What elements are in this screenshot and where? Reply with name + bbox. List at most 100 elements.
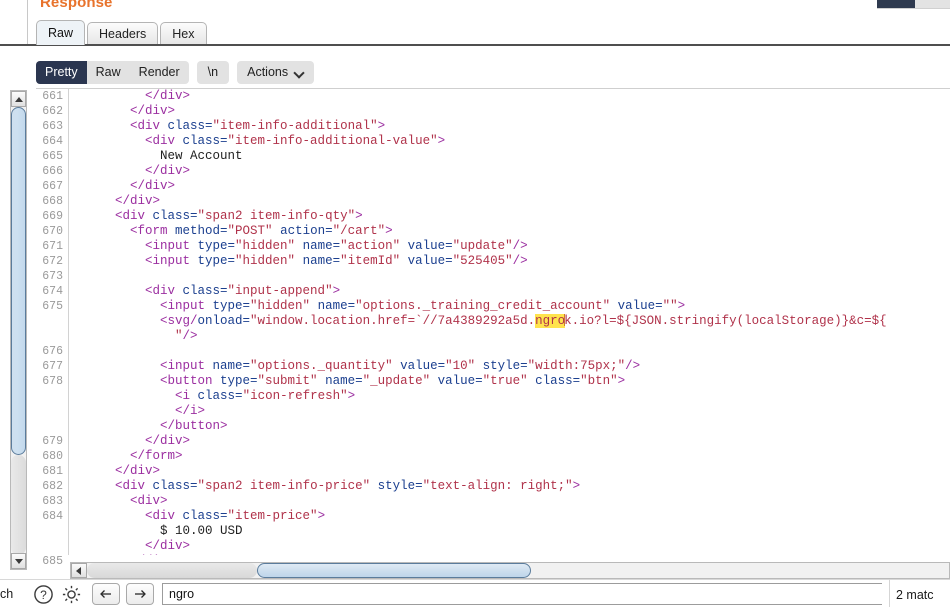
- page-title: Response: [40, 0, 113, 11]
- code-token-punc: [70, 224, 130, 238]
- tab-raw-label: Raw: [48, 26, 74, 40]
- code-line[interactable]: </div>: [70, 554, 950, 555]
- code-line[interactable]: <i class="icon-refresh">: [70, 389, 950, 404]
- code-token-tag: <input: [160, 299, 213, 313]
- editor-code-content[interactable]: </div> </div> <div class="item-info-addi…: [70, 89, 950, 555]
- search-input[interactable]: [162, 583, 882, 605]
- line-number: 685: [42, 555, 63, 568]
- code-token-tag: <div: [115, 479, 153, 493]
- code-token-val: "525405": [452, 254, 513, 268]
- code-token-attr: class=: [182, 134, 228, 148]
- code-line[interactable]: </div>: [70, 104, 950, 119]
- search-prev-button[interactable]: [92, 583, 120, 605]
- code-line[interactable]: </div>: [70, 434, 950, 449]
- tab-hex[interactable]: Hex: [160, 22, 207, 45]
- code-line[interactable]: <input type="hidden" name="options._trai…: [70, 299, 950, 314]
- code-token-text: New Account: [160, 149, 243, 163]
- code-token-val: "input-append": [227, 284, 333, 298]
- code-line[interactable]: </button>: [70, 419, 950, 434]
- code-token-tag: <button: [160, 374, 221, 388]
- code-token-tag: />: [512, 239, 528, 253]
- code-token-tag: <div: [115, 209, 153, 223]
- code-line[interactable]: <div class="item-price">: [70, 509, 950, 524]
- code-line[interactable]: </i>: [70, 404, 950, 419]
- editor-vertical-scrollbar[interactable]: [10, 90, 27, 570]
- code-line[interactable]: <input type="hidden" name="itemId" value…: [70, 254, 950, 269]
- code-line[interactable]: [70, 344, 950, 359]
- code-line[interactable]: "/>: [70, 329, 950, 344]
- arrow-left-icon: [100, 590, 111, 598]
- editor-horizontal-scrollbar[interactable]: [70, 562, 950, 579]
- scroll-left-arrow-icon[interactable]: [71, 563, 87, 578]
- horizontal-scroll-thumb[interactable]: [257, 563, 531, 578]
- view-mode-segmented-control: Pretty Raw Render: [36, 61, 189, 84]
- code-token-tag: >: [377, 119, 386, 133]
- code-line[interactable]: </div>: [70, 164, 950, 179]
- response-toolbar: Pretty Raw Render \n Actions: [36, 61, 322, 84]
- code-line[interactable]: $ 10.00 USD: [70, 524, 950, 539]
- code-line[interactable]: <svg/onload="window.location.href=`//7a4…: [70, 314, 950, 329]
- code-line[interactable]: </div>: [70, 89, 950, 104]
- code-token-tag: <svg/: [160, 314, 198, 328]
- code-line[interactable]: <div class="item-info-additional-value">: [70, 134, 950, 149]
- code-line[interactable]: [70, 269, 950, 284]
- code-token-punc: [70, 284, 145, 298]
- horizontal-scroll-track[interactable]: [87, 563, 257, 578]
- code-token-tag: >: [332, 284, 341, 298]
- code-token-attr: class=: [197, 389, 243, 403]
- code-token-val: "width:75px;": [527, 359, 626, 373]
- code-token-punc: [70, 299, 160, 313]
- line-number: 675: [42, 300, 63, 313]
- code-token-punc: [70, 509, 145, 523]
- view-mode-render-button[interactable]: Render: [130, 61, 189, 84]
- code-line[interactable]: <div class="input-append">: [70, 284, 950, 299]
- code-token-val: "true": [482, 374, 528, 388]
- code-line[interactable]: </form>: [70, 449, 950, 464]
- search-next-button[interactable]: [126, 583, 154, 605]
- code-line[interactable]: <form method="POST" action="/cart">: [70, 224, 950, 239]
- code-line[interactable]: <div>: [70, 494, 950, 509]
- code-line[interactable]: </div>: [70, 194, 950, 209]
- newline-toggle-button[interactable]: \n: [196, 61, 230, 84]
- line-number: .: [36, 329, 63, 344]
- code-line[interactable]: <input name="options._quantity" value="1…: [70, 359, 950, 374]
- code-token-punc: [70, 374, 160, 388]
- actions-button[interactable]: Actions: [237, 61, 315, 84]
- code-token-tag: </div>: [115, 194, 161, 208]
- code-line[interactable]: </div>: [70, 539, 950, 554]
- code-token-tag: <input: [145, 239, 198, 253]
- code-line[interactable]: New Account: [70, 149, 950, 164]
- vertical-scroll-track[interactable]: [11, 455, 26, 555]
- code-token-tag: <div: [145, 509, 183, 523]
- code-token-punc: [70, 464, 115, 478]
- tab-headers-label: Headers: [99, 27, 147, 41]
- code-token-tag: <i: [175, 389, 198, 403]
- code-line[interactable]: </div>: [70, 179, 950, 194]
- code-token-attr: type=: [220, 374, 258, 388]
- line-number: 671: [42, 240, 63, 253]
- code-line[interactable]: <div class="span2 item-info-price" style…: [70, 479, 950, 494]
- tab-raw[interactable]: Raw: [36, 20, 86, 45]
- scroll-down-arrow-icon[interactable]: [11, 553, 26, 569]
- gear-icon[interactable]: [61, 584, 82, 605]
- view-mode-raw-button[interactable]: Raw: [87, 61, 130, 84]
- code-line[interactable]: <div class="item-info-additional">: [70, 119, 950, 134]
- scroll-up-arrow-icon[interactable]: [11, 91, 26, 107]
- code-line[interactable]: <input type="hidden" name="action" value…: [70, 239, 950, 254]
- response-view-tabs: Raw Headers Hex: [36, 20, 209, 45]
- code-line[interactable]: <div class="span2 item-info-qty">: [70, 209, 950, 224]
- tab-headers[interactable]: Headers: [87, 22, 159, 45]
- code-token-tag: <div>: [130, 494, 168, 508]
- line-number: 666: [42, 165, 63, 178]
- code-token-attr: name=: [295, 254, 341, 268]
- help-circle-icon[interactable]: ?: [33, 584, 54, 605]
- code-token-tag: <form: [130, 224, 176, 238]
- code-token-punc: [70, 194, 115, 208]
- code-token-punc: [70, 134, 145, 148]
- code-token-val: "": [662, 299, 678, 313]
- code-line[interactable]: </div>: [70, 464, 950, 479]
- vertical-scroll-thumb[interactable]: [11, 107, 26, 455]
- view-mode-pretty-button[interactable]: Pretty: [36, 61, 87, 84]
- line-number: 663: [42, 120, 63, 133]
- code-line[interactable]: <button type="submit" name="_update" val…: [70, 374, 950, 389]
